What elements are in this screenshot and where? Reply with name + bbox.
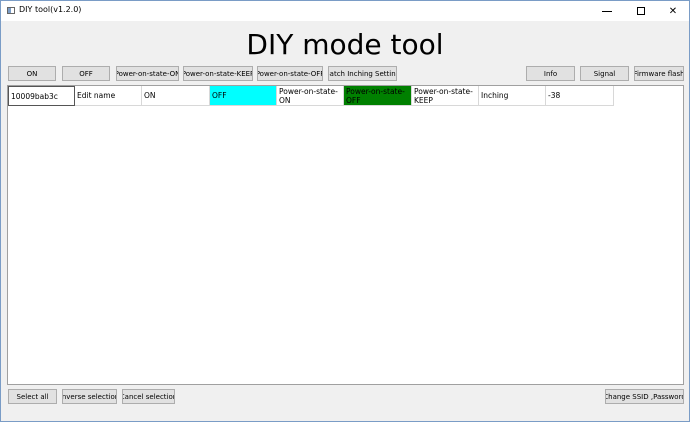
page-title: DIY mode tool [246,28,444,61]
power-on-state-keep-cell[interactable]: Power-on-state-KEEP [412,86,479,106]
on-cell[interactable]: ON [142,86,210,106]
signal-cell: -38 [546,86,614,106]
close-icon: ✕ [668,5,678,17]
off-button[interactable]: OFF [62,66,110,81]
minimize-icon [602,10,612,12]
device-id-cell[interactable]: 10009bab3c [8,86,75,106]
power-on-state-off-button[interactable]: Power-on-state-OFF [257,66,323,81]
power-on-state-on-button[interactable]: Power-on-state-ON [116,66,179,81]
batch-inching-setting-button[interactable]: Batch Inching Setting [328,66,397,81]
inching-cell[interactable]: Inching [479,86,546,106]
select-all-button[interactable]: Select all [8,389,57,404]
maximize-button[interactable] [625,1,657,21]
power-on-state-on-cell[interactable]: Power-on-state-ON [277,86,344,106]
inverse-selection-button[interactable]: Inverse selection [62,389,117,404]
power-on-state-off-cell[interactable]: Power-on-state-OFF [344,86,412,106]
change-ssid-password-button[interactable]: Change SSID ,Password [605,389,684,404]
app-window: DIY tool(v1.2.0) ✕ DIY mode tool ON OFF … [0,0,690,422]
cancel-selection-button[interactable]: Cancel selection [122,389,175,404]
app-window-icon [7,7,15,14]
edit-name-cell[interactable]: Edit name [75,86,142,106]
off-cell[interactable]: OFF [210,86,277,106]
close-button[interactable]: ✕ [657,1,689,21]
firmware-flash-button[interactable]: Firmware flash [634,66,684,81]
maximize-icon [637,7,645,15]
table-row: 10009bab3c Edit name ON OFF Power-on-sta… [8,86,614,106]
info-button[interactable]: Info [526,66,575,81]
title-bar: DIY tool(v1.2.0) ✕ [1,1,689,21]
signal-button[interactable]: Signal [580,66,629,81]
on-button[interactable]: ON [8,66,56,81]
minimize-button[interactable] [591,1,623,21]
device-table: 10009bab3c Edit name ON OFF Power-on-sta… [7,85,684,385]
window-title: DIY tool(v1.2.0) [19,5,82,14]
power-on-state-keep-button[interactable]: Power-on-state-KEEP [183,66,253,81]
